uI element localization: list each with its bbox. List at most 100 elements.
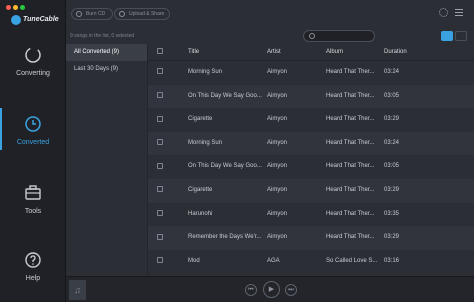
cell-artist: Aimyon: [267, 139, 288, 146]
row-checkbox[interactable]: [157, 179, 163, 203]
view-toggle-active-button[interactable]: [441, 31, 453, 41]
table-row[interactable]: Harunohi Aimyon Heard That Ther... 03:35: [148, 202, 474, 227]
sidebar-item-help[interactable]: Help: [0, 250, 66, 302]
previous-button[interactable]: ⏮: [245, 284, 257, 296]
table-row[interactable]: Cigarette Aimyon Heard That Ther... 03:29: [148, 108, 474, 132]
sidebar-item-label: Help: [25, 275, 41, 282]
table-row[interactable]: Remember the Days We'r... Aimyon Heard Tha…: [148, 226, 474, 250]
cell-title: Morning Sun: [188, 69, 223, 75]
music-note-icon: ♫: [69, 280, 86, 300]
row-checkbox[interactable]: [157, 61, 163, 85]
cell-title: Morning Sun: [188, 139, 223, 146]
cell-album: Heard That Ther...: [326, 163, 375, 170]
cell-album: Heard That Ther...: [326, 69, 375, 75]
cell-artist: AGA: [267, 257, 280, 264]
row-checkbox[interactable]: [157, 250, 163, 274]
sidebar-item-tools[interactable]: Tools: [0, 183, 66, 241]
cell-album: Heard That Ther...: [326, 234, 375, 241]
sidebar-item-label: Converted: [16, 139, 50, 146]
upload-share-button[interactable]: Upload & Share: [114, 8, 170, 20]
sidebar-item-label: Converting: [16, 70, 50, 77]
clock-icon: [25, 116, 41, 132]
cell-title: Cigarette: [188, 186, 213, 193]
songs-table: Title Artist Album Duration Morning Sun A…: [148, 44, 474, 276]
cell-album: Heard That Ther...: [326, 139, 375, 146]
list-item-all-converted[interactable]: All Converted (9): [66, 44, 147, 61]
table-row[interactable]: Cigarette Aimyon Heard That Ther... 03:29: [148, 178, 474, 203]
converting-icon: [25, 47, 41, 63]
cell-duration: 03:29: [384, 186, 400, 193]
upload-share-label: Upload & Share: [129, 11, 165, 17]
cell-duration: 03:05: [384, 163, 400, 170]
table-row[interactable]: Morning Sun Aimyon Heard That Ther... 03:24: [148, 131, 474, 156]
top-toolbar: Burn CD Upload & Share: [66, 0, 474, 28]
table-header: Title Artist Album Duration: [148, 44, 474, 61]
row-checkbox[interactable]: [157, 85, 163, 109]
next-button[interactable]: ⏭: [285, 284, 297, 296]
list-item-last-30-days[interactable]: Last 30 Days (9): [66, 61, 147, 78]
search-icon: [309, 33, 315, 39]
minimize-window-button[interactable]: [13, 5, 18, 10]
burn-cd-button[interactable]: Burn CD: [71, 8, 113, 20]
cell-artist: Aimyon: [267, 116, 288, 123]
cell-duration: 03:24: [384, 139, 400, 146]
view-toggle-button[interactable]: [455, 31, 467, 41]
cell-artist: Aimyon: [267, 69, 288, 75]
row-checkbox[interactable]: [157, 132, 163, 156]
cell-duration: 03:29: [384, 234, 400, 241]
table-row[interactable]: Morning Sun Aimyon Heard That Ther... 03:24: [148, 61, 474, 85]
cell-artist: Aimyon: [267, 186, 288, 193]
filter-list: All Converted (9) Last 30 Days (9): [66, 44, 148, 276]
cell-title: Mod: [188, 257, 200, 264]
row-checkbox[interactable]: [157, 155, 163, 179]
close-window-button[interactable]: [6, 5, 11, 10]
column-header-duration[interactable]: Duration: [384, 44, 424, 61]
search-input[interactable]: [303, 30, 375, 42]
cell-album: Heard That Ther...: [326, 210, 375, 217]
cell-album: Heard That Ther...: [326, 186, 375, 193]
menu-icon[interactable]: [455, 9, 463, 16]
gear-icon[interactable]: [439, 8, 448, 17]
cell-duration: 03:29: [384, 116, 400, 123]
sidebar: TuneCable Converting Converted Tools Hel…: [0, 0, 66, 302]
cell-title: On This Day We Say Goo...: [188, 92, 262, 99]
row-checkbox[interactable]: [157, 226, 163, 250]
sidebar-item-label: Tools: [24, 208, 42, 215]
cell-album: So Called Love S...: [326, 257, 378, 264]
cell-album: Heard That Ther...: [326, 92, 375, 99]
upload-icon: [119, 11, 125, 17]
burn-cd-label: Burn CD: [86, 11, 106, 17]
cell-duration: 03:05: [384, 92, 400, 99]
cell-artist: Aimyon: [267, 92, 288, 99]
toolbox-icon: [25, 185, 41, 200]
column-header-title[interactable]: Title: [188, 44, 263, 61]
cell-artist: Aimyon: [267, 163, 288, 170]
select-all-checkbox[interactable]: [157, 44, 163, 61]
disc-icon: [76, 11, 82, 17]
cell-artist: Aimyon: [267, 210, 288, 217]
table-row[interactable]: On This Day We Say Goo... Aimyon Heard Tha…: [148, 84, 474, 109]
player-bar: ♫ ⏮ ▶ ⏭: [66, 276, 474, 302]
sidebar-item-converted[interactable]: Converted: [0, 114, 66, 172]
cell-artist: Aimyon: [267, 234, 288, 241]
play-button[interactable]: ▶: [263, 281, 280, 298]
app-logo-text: TuneCable: [23, 16, 59, 23]
column-header-album[interactable]: Album: [326, 44, 378, 61]
cell-album: Heard That Ther...: [326, 116, 375, 123]
table-row[interactable]: On This Day We Say Goo... Aimyon Heard Tha…: [148, 155, 474, 179]
logo-icon: [11, 15, 21, 25]
sidebar-item-converting[interactable]: Converting: [0, 45, 66, 103]
column-header-artist[interactable]: Artist: [267, 44, 322, 61]
row-checkbox[interactable]: [157, 108, 163, 132]
maximize-window-button[interactable]: [20, 5, 25, 10]
table-row[interactable]: Mod AGA So Called Love S... 03:16: [148, 249, 474, 274]
cell-title: Remember the Days We'r...: [188, 234, 262, 241]
help-icon: [25, 252, 41, 268]
table-body: Morning Sun Aimyon Heard That Ther... 03:24…: [148, 61, 474, 274]
row-checkbox[interactable]: [157, 203, 163, 227]
cell-duration: 03:16: [384, 257, 400, 264]
status-text: 9 songs in the list, 0 selected: [70, 33, 135, 39]
cell-duration: 03:35: [384, 210, 400, 217]
cell-duration: 03:24: [384, 69, 400, 75]
cell-title: Harunohi: [188, 210, 213, 217]
